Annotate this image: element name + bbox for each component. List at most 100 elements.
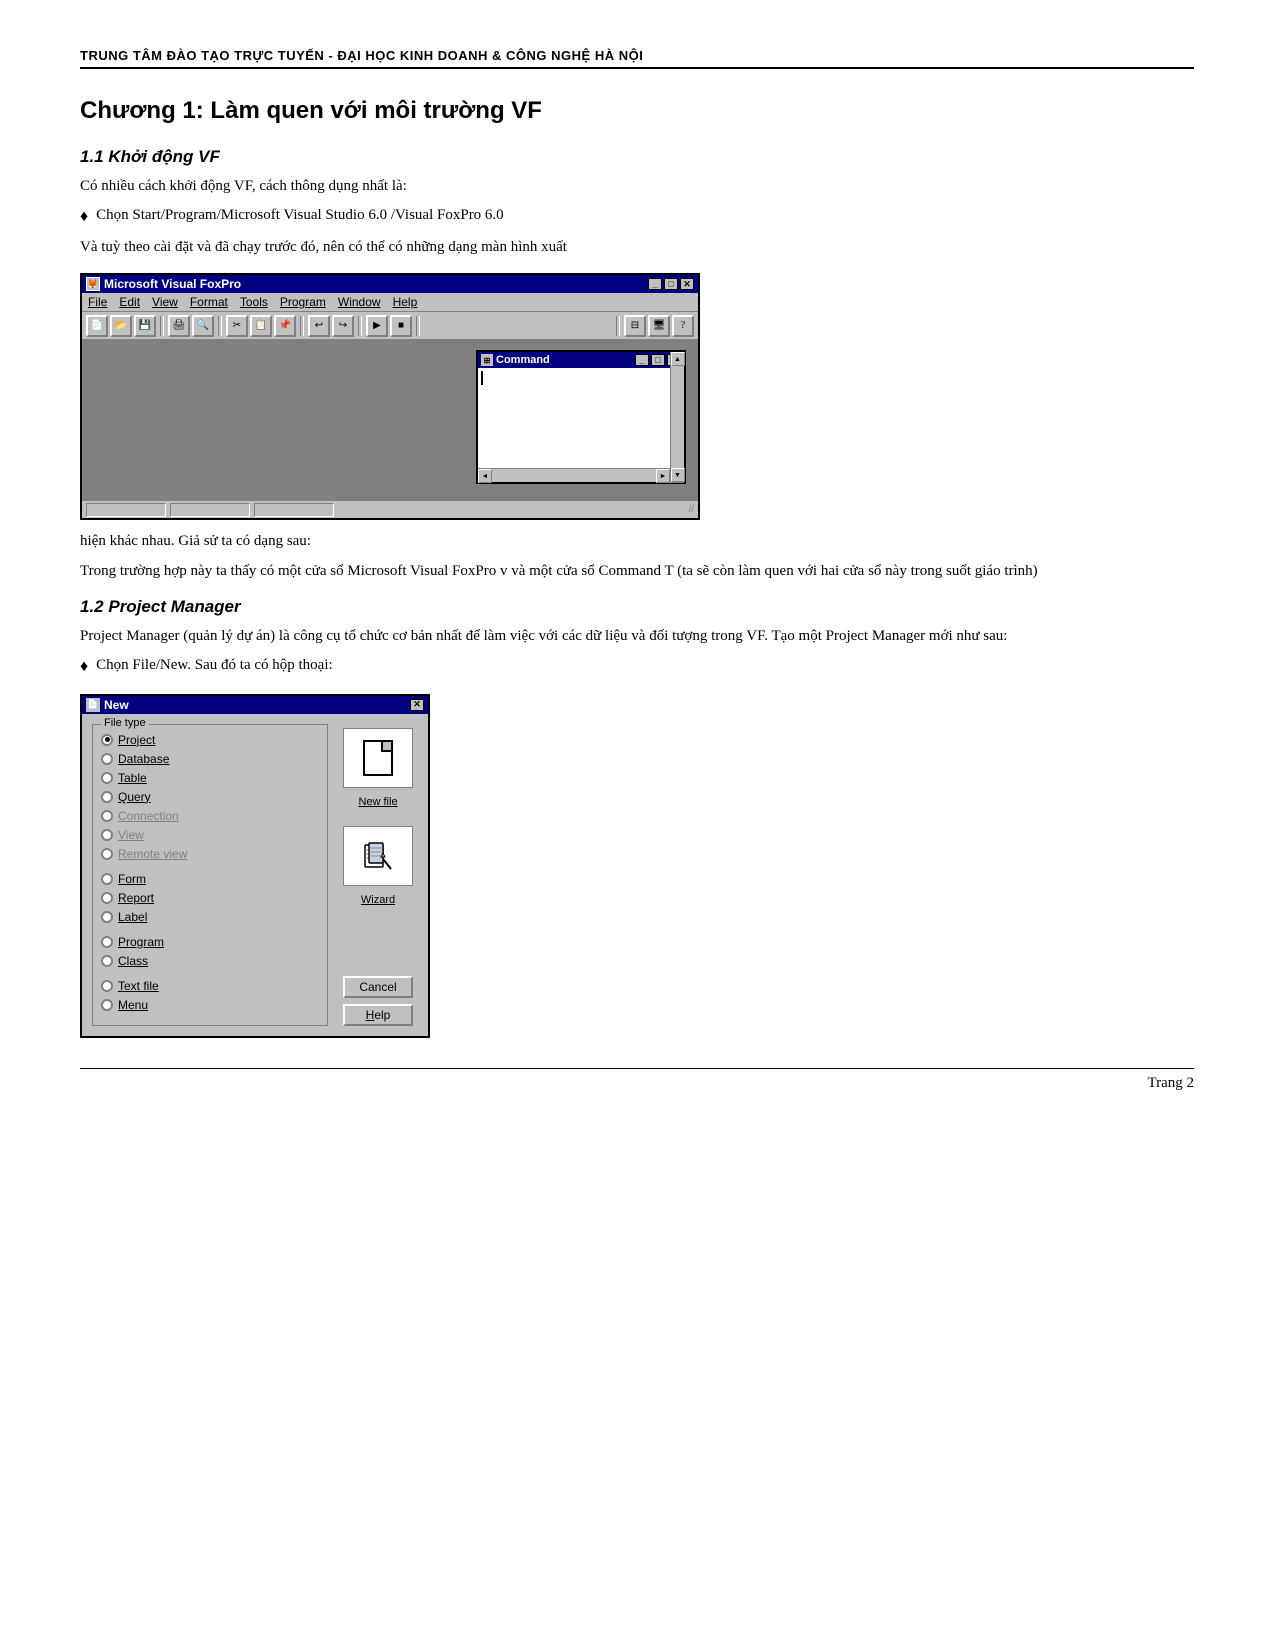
cmd-titlebar-left: ⊞ Command [481, 354, 550, 366]
vfp-minimize-btn[interactable]: _ [648, 278, 662, 290]
section-1-1-para1: Có nhiều cách khởi động VF, cách thông d… [80, 175, 1194, 198]
new-dialog-body: File type Project Database Table Query [82, 714, 428, 1036]
toolbar-win-btn[interactable]: ⊟ [624, 315, 646, 337]
radio-label-menu: Menu [118, 998, 148, 1012]
toolbar-stop-btn[interactable]: ■ [390, 315, 412, 337]
radio-label-report: Report [118, 891, 154, 905]
cancel-label: Cancel [359, 980, 396, 994]
cmd-restore-btn[interactable]: □ [651, 354, 665, 366]
menu-format[interactable]: Format [190, 295, 228, 309]
command-titlebar: ⊞ Command _ □ ✕ [478, 352, 684, 368]
toolbar-copy-btn[interactable]: 📋 [250, 315, 272, 337]
new-dialog: 📄 New ✕ File type Project Database Table [80, 694, 430, 1038]
help-label: Help [366, 1008, 391, 1022]
radio-form[interactable]: Form [101, 872, 317, 886]
cmd-icon: ⊞ [481, 354, 493, 366]
file-type-group: File type Project Database Table Query [92, 724, 328, 1026]
radio-label-class: Class [118, 954, 148, 968]
menu-tools[interactable]: Tools [240, 295, 268, 309]
toolbar-help-btn[interactable]: ? [672, 315, 694, 337]
toolbar-sep5 [416, 316, 420, 336]
vfp-screenshot-window: 🦊 Microsoft Visual FoxPro _ □ ✕ File Edi… [80, 273, 700, 520]
status-panel-2 [170, 503, 250, 517]
cmd-body-row: ▲ ▼ [478, 368, 684, 468]
cmd-scrollbar-h[interactable]: ◄ ► // [478, 468, 684, 482]
cmd-window-title: Command [496, 354, 550, 366]
toolbar-save-btn[interactable]: 💾 [134, 315, 156, 337]
radio-view: View [101, 828, 317, 842]
toolbar-redo-btn[interactable]: ↪ [332, 315, 354, 337]
toolbar-run-btn[interactable]: ▶ [366, 315, 388, 337]
radio-label-view: View [118, 828, 144, 842]
help-button[interactable]: Help [343, 1004, 413, 1026]
bullet-text-2: Chọn File/New. Sau đó ta có hộp thoại: [96, 654, 333, 677]
vfp-titlebar-left: 🦊 Microsoft Visual FoxPro [86, 277, 241, 291]
section-1-1-para4: Trong trường hợp này ta thấy có một cửa … [80, 560, 1194, 583]
section-1-1-para2: Và tuỳ theo cài đặt và đã chạy trước đó,… [80, 236, 1194, 259]
radio-menu[interactable]: Menu [101, 998, 317, 1012]
radio-database[interactable]: Database [101, 752, 317, 766]
radio-program[interactable]: Program [101, 935, 317, 949]
cmd-body[interactable] [478, 368, 684, 468]
toolbar-cut-btn[interactable]: ✂ [226, 315, 248, 337]
wizard-label: Wizard [361, 894, 395, 906]
menu-file[interactable]: File [88, 295, 107, 309]
menu-help[interactable]: Help [393, 295, 418, 309]
toolbar-sep1 [160, 316, 164, 336]
scroll-up-btn[interactable]: ▲ [671, 352, 685, 366]
toolbar-sep3 [300, 316, 304, 336]
menu-program[interactable]: Program [280, 295, 326, 309]
radio-circle-connection [101, 810, 113, 822]
status-panel-1 [86, 503, 166, 517]
command-window: ⊞ Command _ □ ✕ ▲ ▼ [476, 350, 686, 484]
radio-label-program: Program [118, 935, 164, 949]
chapter-title: Chương 1: Làm quen với môi trường VF [80, 97, 1194, 125]
radio-remote-view: Remote view [101, 847, 317, 861]
radio-circle-class [101, 955, 113, 967]
radio-text-file[interactable]: Text file [101, 979, 317, 993]
toolbar-print-btn[interactable]: 🖨 [168, 315, 190, 337]
cmd-minimize-btn[interactable]: _ [635, 354, 649, 366]
cmd-scrollbar-v[interactable]: ▲ ▼ [670, 352, 684, 482]
new-dialog-title: New [104, 698, 129, 712]
radio-circle-view [101, 829, 113, 841]
section-1-1-bullet1: ♦ Chọn Start/Program/Microsoft Visual St… [80, 204, 1194, 230]
radio-table[interactable]: Table [101, 771, 317, 785]
toolbar-open-btn[interactable]: 📂 [110, 315, 132, 337]
vfp-window-title: Microsoft Visual FoxPro [104, 277, 241, 291]
radio-circle-query [101, 791, 113, 803]
radio-circle-project [101, 734, 113, 746]
scroll-right-btn[interactable]: ► [656, 469, 670, 483]
vfp-titlebar-controls: _ □ ✕ [648, 278, 694, 290]
radio-label-remote-view: Remote view [118, 847, 187, 861]
vfp-close-btn[interactable]: ✕ [680, 278, 694, 290]
scroll-left-btn[interactable]: ◄ [478, 469, 492, 483]
radio-circle-table [101, 772, 113, 784]
scroll-down-btn[interactable]: ▼ [671, 468, 685, 482]
radio-circle-remote-view [101, 848, 113, 860]
menu-edit[interactable]: Edit [119, 295, 140, 309]
menu-window[interactable]: Window [338, 295, 381, 309]
radio-project[interactable]: Project [101, 733, 317, 747]
toolbar-undo-btn[interactable]: ↩ [308, 315, 330, 337]
dialog-buttons-col: New file [338, 724, 418, 1026]
new-dialog-close-btn[interactable]: ✕ [410, 699, 424, 711]
new-file-button[interactable] [343, 728, 413, 788]
section-1-2-para1: Project Manager (quản lý dự án) là công … [80, 625, 1194, 648]
menu-view[interactable]: View [152, 295, 178, 309]
toolbar-extra-btn[interactable]: 🖥 [648, 315, 670, 337]
toolbar-new-btn[interactable]: 📄 [86, 315, 108, 337]
radio-class[interactable]: Class [101, 954, 317, 968]
section-1-2-bullet1: ♦ Chọn File/New. Sau đó ta có hộp thoại: [80, 654, 1194, 680]
radio-report[interactable]: Report [101, 891, 317, 905]
radio-query[interactable]: Query [101, 790, 317, 804]
wizard-button[interactable] [343, 826, 413, 886]
cancel-button[interactable]: Cancel [343, 976, 413, 998]
toolbar-preview-btn[interactable]: 🔍 [192, 315, 214, 337]
radio-label-opt[interactable]: Label [101, 910, 317, 924]
bullet-icon: ♦ [80, 205, 88, 230]
wizard-icon [361, 839, 395, 873]
vfp-restore-btn[interactable]: □ [664, 278, 678, 290]
toolbar-sep2 [218, 316, 222, 336]
toolbar-paste-btn[interactable]: 📌 [274, 315, 296, 337]
